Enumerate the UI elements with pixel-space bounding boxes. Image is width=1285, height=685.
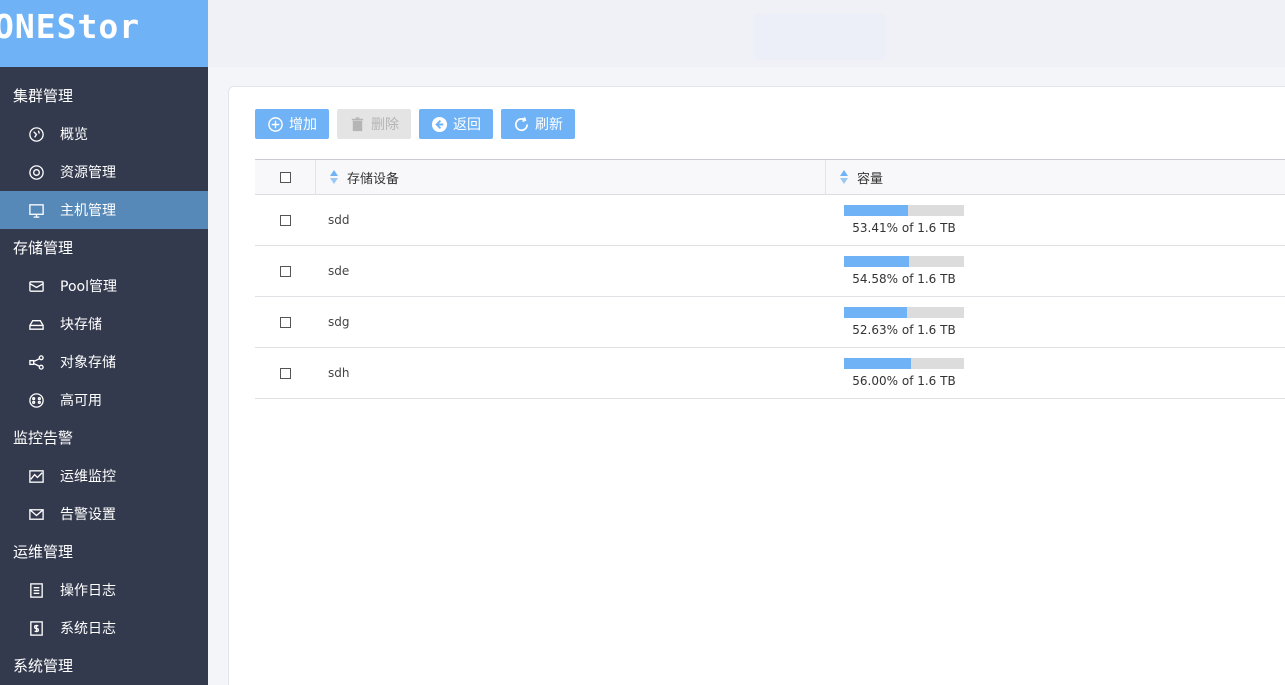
- trash-icon: [349, 116, 366, 133]
- sort-icon: [330, 170, 338, 184]
- sidebar-item-overview[interactable]: 概览: [0, 115, 208, 153]
- main-panel: 增加 删除 返回 刷新 存储设备 容量 sdd 53.41% of 1.6 TB…: [228, 86, 1285, 685]
- add-button[interactable]: 增加: [255, 109, 329, 139]
- capacity-bar-fill: [844, 307, 908, 318]
- capacity-bar: [844, 307, 964, 318]
- capacity-cell: 52.63% of 1.6 TB: [825, 307, 965, 337]
- sidebar-item-label: Pool管理: [60, 279, 117, 295]
- select-all-checkbox[interactable]: [279, 171, 291, 183]
- toolbar: 增加 删除 返回 刷新: [255, 109, 575, 139]
- capacity-cell: 53.41% of 1.6 TB: [825, 205, 965, 235]
- capacity-text: 56.00% of 1.6 TB: [852, 374, 956, 388]
- refresh-button-label: 刷新: [535, 117, 563, 133]
- capacity-bar-fill: [844, 205, 909, 216]
- arrow-left-circle-icon: [431, 116, 448, 133]
- table-row[interactable]: sdh 56.00% of 1.6 TB: [255, 348, 1285, 399]
- dollar-doc-icon: [27, 619, 45, 637]
- lifebuoy-icon: [27, 163, 45, 181]
- sidebar-item-label: 概览: [60, 127, 88, 143]
- capacity-text: 52.63% of 1.6 TB: [852, 323, 956, 337]
- nav-group-system[interactable]: 系统管理: [0, 647, 208, 685]
- capacity-cell: 56.00% of 1.6 TB: [825, 358, 965, 388]
- device-name: sde: [328, 264, 350, 278]
- mail-icon: [27, 505, 45, 523]
- capacity-bar: [844, 205, 964, 216]
- refresh-icon: [513, 116, 530, 133]
- nav-group-storage[interactable]: 存储管理: [0, 229, 208, 267]
- back-button-label: 返回: [453, 117, 481, 133]
- column-header-capacity[interactable]: 容量: [825, 159, 1285, 195]
- capacity-cell: 54.58% of 1.6 TB: [825, 256, 965, 286]
- add-button-label: 增加: [289, 117, 317, 133]
- device-name: sdg: [328, 315, 350, 329]
- table-row[interactable]: sdg 52.63% of 1.6 TB: [255, 297, 1285, 348]
- sort-icon: [840, 170, 848, 184]
- back-button[interactable]: 返回: [419, 109, 493, 139]
- sidebar-item-label: 操作日志: [60, 583, 116, 599]
- sidebar-item-label: 资源管理: [60, 165, 116, 181]
- device-name: sdd: [328, 213, 350, 227]
- sidebar-item-alarm[interactable]: 告警设置: [0, 495, 208, 533]
- table-row[interactable]: sde 54.58% of 1.6 TB: [255, 246, 1285, 297]
- sidebar-item-label: 主机管理: [60, 203, 116, 219]
- capacity-bar: [844, 256, 964, 267]
- share-icon: [27, 353, 45, 371]
- header-placeholder: [754, 14, 886, 60]
- device-name: sdh: [328, 366, 350, 380]
- sidebar-nav: 集群管理 概览 资源管理 主机管理 存储管理 Pool管理 块存储 对象存储 高…: [0, 77, 208, 685]
- top-header: [208, 0, 1285, 67]
- delete-button[interactable]: 删除: [337, 109, 411, 139]
- monitor-icon: [27, 201, 45, 219]
- column-header-device[interactable]: 存储设备: [315, 159, 825, 195]
- sidebar-item-resources[interactable]: 资源管理: [0, 153, 208, 191]
- logo: ONEStor: [0, 0, 208, 67]
- inbox-icon: [27, 277, 45, 295]
- sidebar-item-pool[interactable]: Pool管理: [0, 267, 208, 305]
- sidebar: ONEStor 集群管理 概览 资源管理 主机管理 存储管理 Pool管理 块存…: [0, 0, 208, 685]
- row-checkbox[interactable]: [279, 214, 291, 226]
- sidebar-item-ha[interactable]: 高可用: [0, 381, 208, 419]
- sidebar-item-label: 告警设置: [60, 507, 116, 523]
- sidebar-item-object[interactable]: 对象存储: [0, 343, 208, 381]
- nav-group-cluster[interactable]: 集群管理: [0, 77, 208, 115]
- row-checkbox[interactable]: [279, 316, 291, 328]
- row-checkbox[interactable]: [279, 265, 291, 277]
- capacity-bar-fill: [844, 256, 910, 267]
- sidebar-item-label: 高可用: [60, 393, 102, 409]
- sidebar-item-label: 块存储: [60, 317, 102, 333]
- table-row[interactable]: sdd 53.41% of 1.6 TB: [255, 195, 1285, 246]
- doc-icon: [27, 581, 45, 599]
- sidebar-item-ops-monitor[interactable]: 运维监控: [0, 457, 208, 495]
- sidebar-item-label: 对象存储: [60, 355, 116, 371]
- capacity-text: 54.58% of 1.6 TB: [852, 272, 956, 286]
- nav-group-monitor[interactable]: 监控告警: [0, 419, 208, 457]
- column-header-label: 存储设备: [347, 171, 400, 187]
- capacity-text: 53.41% of 1.6 TB: [852, 221, 956, 235]
- sidebar-item-op-log[interactable]: 操作日志: [0, 571, 208, 609]
- device-table: 存储设备 容量 sdd 53.41% of 1.6 TB sde 54.58% …: [255, 159, 1285, 399]
- sidebar-item-hosts[interactable]: 主机管理: [0, 191, 208, 229]
- sidebar-item-block[interactable]: 块存储: [0, 305, 208, 343]
- chart-icon: [27, 467, 45, 485]
- sidebar-item-label: 系统日志: [60, 621, 116, 637]
- capacity-bar-fill: [844, 358, 912, 369]
- column-header-label: 容量: [857, 171, 884, 187]
- sidebar-item-label: 运维监控: [60, 469, 116, 485]
- row-checkbox[interactable]: [279, 367, 291, 379]
- nav-group-ops[interactable]: 运维管理: [0, 533, 208, 571]
- capacity-bar: [844, 358, 964, 369]
- delete-button-label: 删除: [371, 117, 399, 133]
- globe-icon: [27, 125, 45, 143]
- logo-text: ONEStor: [0, 7, 141, 46]
- ha-icon: [27, 391, 45, 409]
- drive-icon: [27, 315, 45, 333]
- sidebar-item-sys-log[interactable]: 系统日志: [0, 609, 208, 647]
- refresh-button[interactable]: 刷新: [501, 109, 575, 139]
- plus-circle-icon: [267, 116, 284, 133]
- table-header: 存储设备 容量: [255, 159, 1285, 195]
